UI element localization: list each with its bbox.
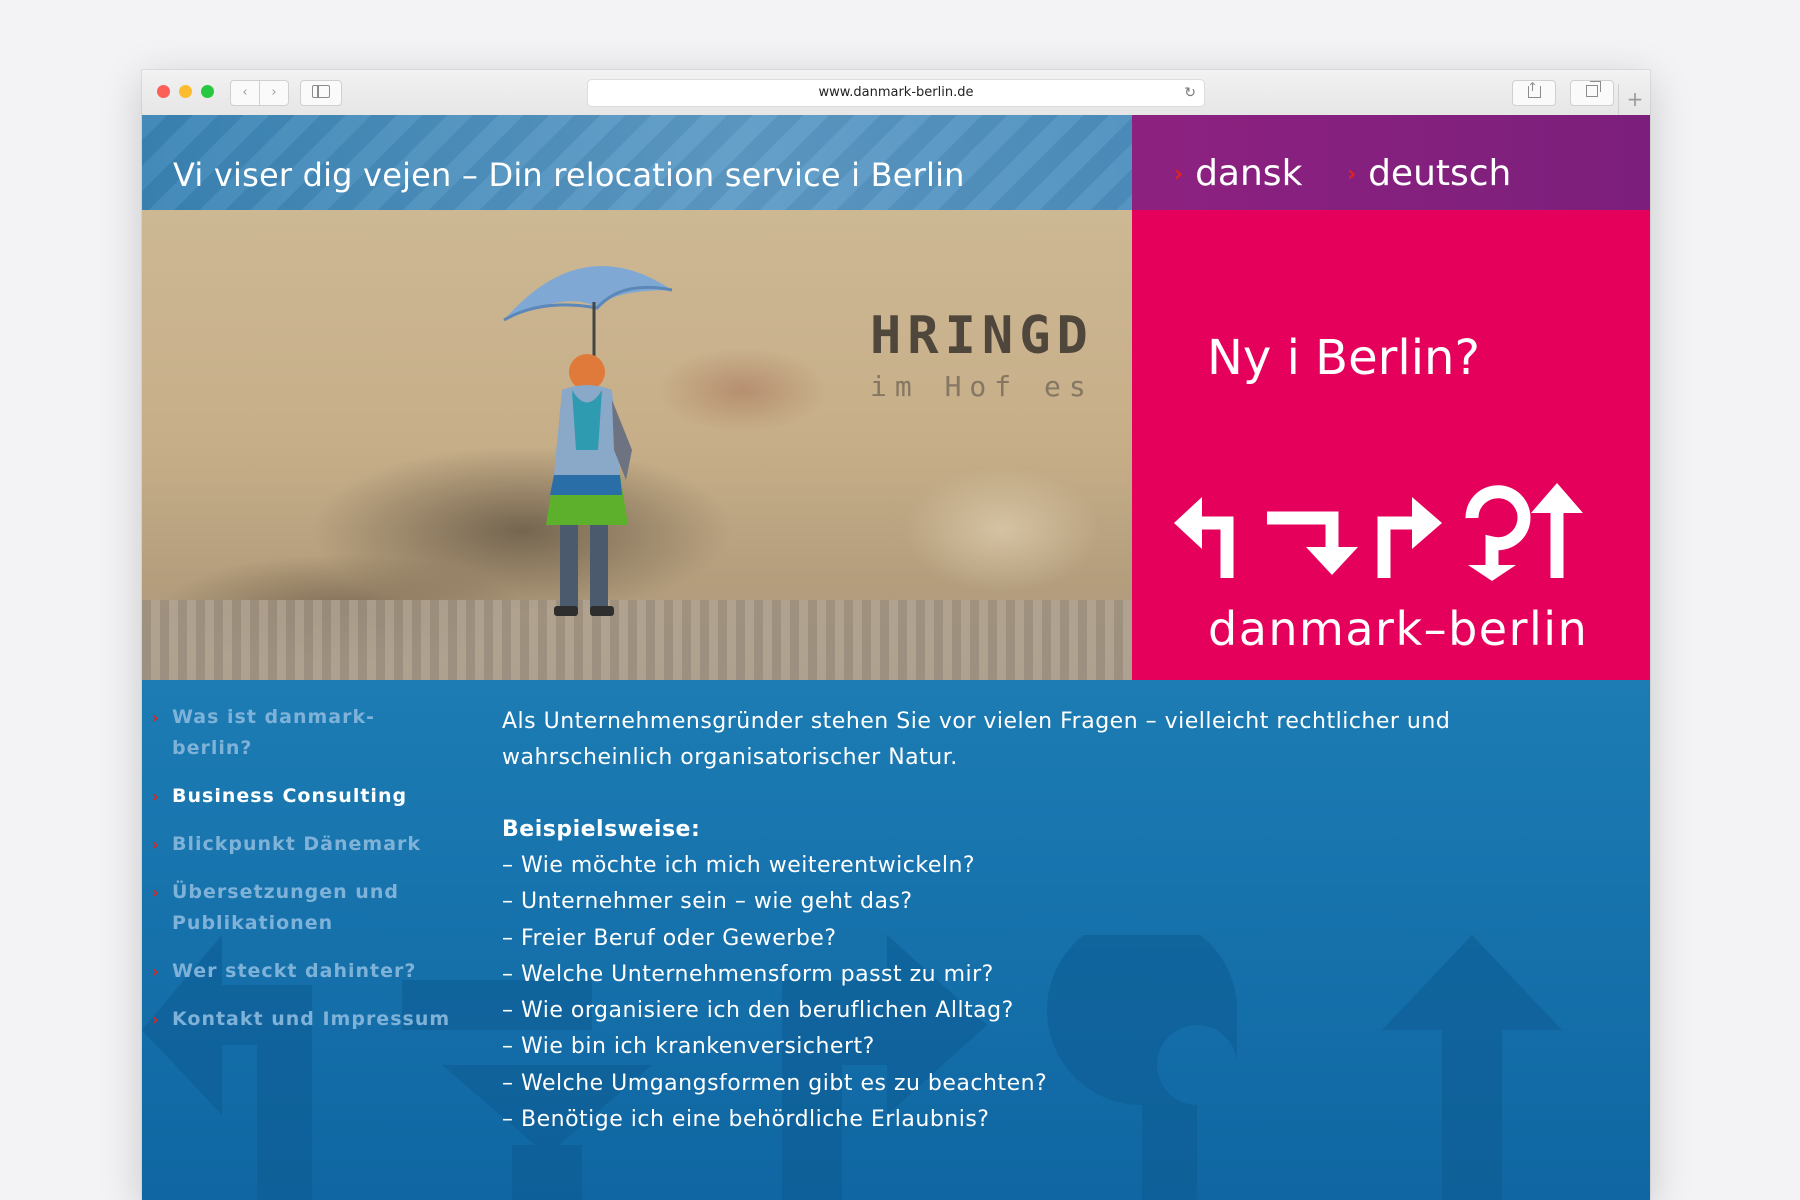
minimize-window-button[interactable] <box>179 85 192 98</box>
nav-item-uebersetzungen[interactable]: › Übersetzungen und Publikationen <box>152 877 452 939</box>
nav-item-label: Übersetzungen und Publikationen <box>172 881 399 934</box>
language-label: deutsch <box>1368 153 1512 194</box>
chevron-right-icon: › <box>152 708 160 727</box>
header-band: Vi viser dig vejen – Din relocation serv… <box>142 115 1132 210</box>
browser-window: ‹ › www.danmark-berlin.de ↻ + Vi viser d… <box>142 70 1650 1200</box>
forward-button[interactable]: › <box>259 80 289 106</box>
question-item: Benötige ich eine behördliche Erlaubnis? <box>502 1102 1502 1138</box>
hero-question: Ny i Berlin? <box>1207 330 1480 386</box>
sidebar-icon <box>312 85 330 98</box>
question-item: Welche Unternehmensform passt zu mir? <box>502 957 1502 993</box>
nav-item-label: Business Consulting <box>172 785 408 807</box>
chevron-right-icon: › <box>152 787 160 806</box>
close-window-button[interactable] <box>157 85 170 98</box>
chevron-right-icon: › <box>152 1010 160 1029</box>
content-area: › Was ist danmark-berlin? › Business Consu… <box>142 680 1650 1200</box>
tab-overview-button[interactable] <box>1570 80 1614 106</box>
language-link-deutsch[interactable]: › deutsch <box>1347 153 1511 194</box>
chevron-right-icon: › <box>152 962 160 981</box>
wall-lettering-small: im Hof es <box>870 370 1094 403</box>
nav-item-was-ist-danmark-berlin[interactable]: › Was ist danmark-berlin? <box>152 702 452 764</box>
nav-item-blickpunkt-daenemark[interactable]: › Blickpunkt Dänemark <box>152 829 452 860</box>
address-bar[interactable]: www.danmark-berlin.de ↻ <box>587 79 1205 107</box>
language-switcher: › dansk › deutsch <box>1132 115 1650 210</box>
nav-item-label: Wer steckt dahinter? <box>172 960 417 982</box>
chevron-right-icon: › <box>152 883 160 902</box>
intro-paragraph: Als Unternehmensgründer stehen Sie vor v… <box>502 709 1451 770</box>
question-list: Wie möchte ich mich weiterentwickeln? Un… <box>502 848 1502 1138</box>
nav-item-label: Kontakt und Impressum <box>172 1008 451 1030</box>
nav-item-kontakt[interactable]: › Kontakt und Impressum <box>152 1004 452 1035</box>
url-text: www.danmark-berlin.de <box>818 85 974 100</box>
nav-item-label: Blickpunkt Dänemark <box>172 833 422 855</box>
question-item: Wie bin ich krankenversichert? <box>502 1029 1502 1065</box>
share-button[interactable] <box>1512 75 1556 106</box>
question-item: Wie möchte ich mich weiterentwickeln? <box>502 848 1502 884</box>
share-icon <box>1527 75 1541 99</box>
page-tagline: Vi viser dig vejen – Din relocation serv… <box>173 156 965 194</box>
reload-icon[interactable]: ↻ <box>1184 80 1196 106</box>
question-item: Wie organisiere ich den beruflichen Allt… <box>502 993 1502 1029</box>
chevron-right-icon: › <box>1347 162 1357 187</box>
examples-heading: Beispielsweise: <box>502 817 701 842</box>
hero-panel: Ny i Berlin? danmark–berlin <box>1132 210 1650 680</box>
chevron-right-icon: › <box>271 85 277 100</box>
back-button[interactable]: ‹ <box>230 80 260 106</box>
hero-photo: HRINGD im Hof es <box>142 210 1132 680</box>
sidebar-toggle-button[interactable] <box>300 80 342 106</box>
question-item: Unternehmer sein – wie geht das? <box>502 884 1502 920</box>
woman-with-umbrella-illustration <box>503 266 673 616</box>
brand-wordmark: danmark–berlin <box>1208 602 1589 656</box>
main-content: Als Unternehmensgründer stehen Sie vor v… <box>502 704 1502 1138</box>
nav-item-business-consulting[interactable]: › Business Consulting <box>152 781 452 812</box>
browser-toolbar: ‹ › www.danmark-berlin.de ↻ + <box>142 70 1650 116</box>
main-navigation: › Was ist danmark-berlin? › Business Consu… <box>152 702 452 1052</box>
zoom-window-button[interactable] <box>201 85 214 98</box>
tabs-icon <box>1586 81 1601 97</box>
language-link-dansk[interactable]: › dansk <box>1174 153 1302 194</box>
plus-icon: + <box>1626 87 1644 111</box>
nav-item-wer-steckt-dahinter[interactable]: › Wer steckt dahinter? <box>152 956 452 987</box>
question-item: Welche Umgangsformen gibt es zu beachten… <box>502 1066 1502 1102</box>
new-tab-button[interactable]: + <box>1618 84 1650 115</box>
page-viewport: Vi viser dig vejen – Din relocation serv… <box>142 115 1650 1200</box>
chevron-right-icon: › <box>152 835 160 854</box>
chevron-right-icon: › <box>1174 162 1184 187</box>
language-label: dansk <box>1195 153 1303 194</box>
chevron-left-icon: ‹ <box>242 85 248 100</box>
wall-lettering: HRINGD <box>870 306 1094 366</box>
question-item: Freier Beruf oder Gewerbe? <box>502 921 1502 957</box>
nav-item-label: Was ist danmark-berlin? <box>172 706 376 759</box>
direction-arrows-icon <box>1174 483 1583 581</box>
